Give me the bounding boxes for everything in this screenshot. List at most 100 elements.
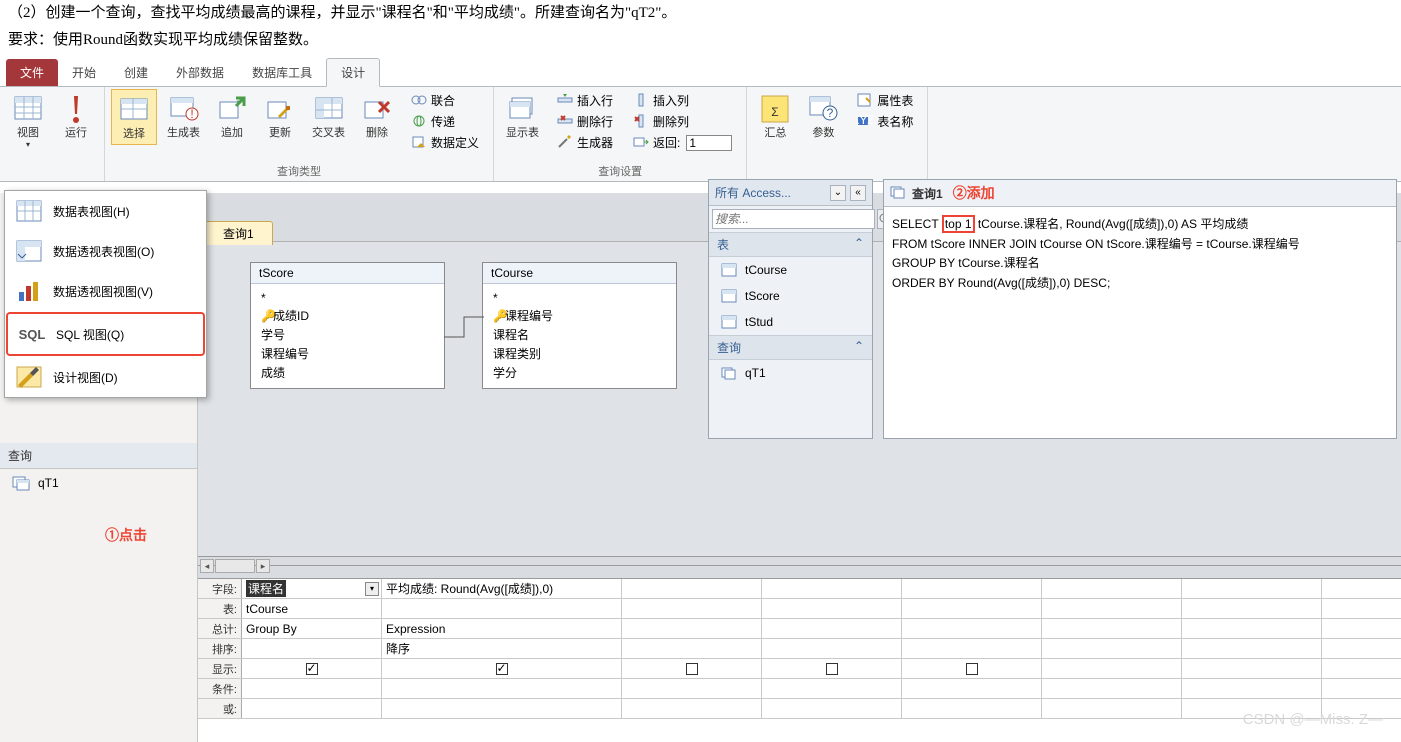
append-button[interactable]: + 追加 [210, 89, 254, 143]
sql-icon: SQL [18, 322, 46, 346]
qbe-field-2[interactable]: 平均成绩: Round(Avg([成绩]),0) [382, 579, 622, 598]
dropdown-icon[interactable]: ⌄ [830, 185, 846, 201]
table-icon [721, 263, 737, 277]
view-sql[interactable]: SQL SQL 视图(Q) [6, 312, 205, 356]
nav-tstud[interactable]: tStud [709, 309, 872, 335]
scroll-controls[interactable]: ◂▸ [200, 559, 270, 573]
datadef-button[interactable]: 数据定义 [407, 133, 483, 152]
table-icon [118, 94, 150, 126]
builder-button[interactable]: 生成器 [553, 133, 617, 152]
crosstab-icon [313, 93, 345, 125]
tab-create[interactable]: 创建 [110, 59, 162, 86]
svg-text:?: ? [827, 106, 834, 120]
select-query-button[interactable]: 选择 [111, 89, 157, 145]
propsheet-button[interactable]: 属性表 [853, 91, 917, 110]
svg-text:Σ: Σ [772, 105, 779, 119]
nav-section-queries[interactable]: 查询 [0, 443, 197, 469]
table-icon [721, 289, 737, 303]
view-pivotchart[interactable]: 数据透视图视图(V) [5, 271, 206, 311]
insertrow-icon [557, 93, 573, 109]
nav-tscore[interactable]: tScore [709, 283, 872, 309]
return-icon [633, 135, 649, 151]
union-button[interactable]: 联合 [407, 91, 483, 110]
qbe-table-1[interactable]: tCourse [242, 599, 382, 618]
insertrow-button[interactable]: 插入行 [553, 91, 617, 110]
key-icon: 🔑 [493, 309, 505, 323]
query-tab[interactable]: 查询1 [204, 221, 273, 245]
tab-file[interactable]: 文件 [6, 59, 58, 86]
annotation-2: ②添加 [953, 183, 995, 203]
sql-text[interactable]: SELECT top 1 tCourse.课程名, Round(Avg([成绩]… [884, 207, 1396, 301]
qbe-field-1[interactable]: 课程名▾ [242, 579, 382, 598]
section-queries[interactable]: 查询⌃ [709, 335, 872, 360]
section-tables[interactable]: 表⌃ [709, 232, 872, 257]
barchart-icon [15, 279, 43, 303]
params-button[interactable]: ? 参数 [801, 89, 845, 143]
instruction-line1: （2）创建一个查询，查找平均成绩最高的课程，并显示"课程名"和"平均成绩"。所建… [0, 0, 1401, 27]
view-design[interactable]: 设计视图(D) [5, 357, 206, 397]
nav-tcourse[interactable]: tCourse [709, 257, 872, 283]
deleterow-button[interactable]: 删除行 [553, 112, 617, 131]
return-input[interactable] [686, 135, 732, 151]
search-input[interactable] [712, 209, 875, 229]
datasheet-icon [15, 199, 43, 223]
nav-qt1[interactable]: qT1 [709, 360, 872, 386]
sql-panel: 查询1 ②添加 SELECT top 1 tCourse.课程名, Round(… [883, 179, 1397, 439]
instruction-line2: 要求：使用Round函数实现平均成绩保留整数。 [0, 27, 1401, 54]
tab-home[interactable]: 开始 [58, 59, 110, 86]
run-button[interactable]: 运行 [54, 89, 98, 143]
sigma-icon: Σ [759, 93, 791, 125]
wand-icon [557, 135, 573, 151]
return-button[interactable]: 返回: [629, 133, 736, 152]
join-line [444, 312, 484, 342]
splitter[interactable] [198, 556, 1401, 566]
ruler-icon [15, 365, 43, 389]
update-icon [264, 93, 296, 125]
datasheet-icon [12, 93, 44, 125]
passthrough-button[interactable]: 传递 [407, 112, 483, 131]
tab-design[interactable]: 设计 [326, 58, 380, 87]
tab-dbtools[interactable]: 数据库工具 [238, 59, 326, 86]
qbe-grid: 字段: 课程名▾ 平均成绩: Round(Avg([成绩]),0) 表: tCo… [198, 578, 1401, 742]
showtable-button[interactable]: 显示表 [500, 89, 545, 143]
query-icon [12, 475, 30, 491]
tablenames-icon: XYZ [857, 114, 873, 130]
crosstab-button[interactable]: 交叉表 [306, 89, 351, 143]
svg-text:+: + [236, 96, 243, 108]
checkbox[interactable] [686, 663, 698, 675]
checkbox[interactable] [966, 663, 978, 675]
query-icon [890, 185, 906, 201]
globe-icon [411, 114, 427, 130]
panel-title[interactable]: 所有 Access... [715, 184, 826, 201]
delete-query-button[interactable]: 删除 [355, 89, 399, 143]
view-datasheet[interactable]: 数据表视图(H) [5, 191, 206, 231]
tab-external[interactable]: 外部数据 [162, 59, 238, 86]
datadef-icon [411, 135, 427, 151]
view-dropdown-menu: 数据表视图(H) 数据透视表视图(O) 数据透视图视图(V) ①点击 SQL S… [4, 190, 207, 398]
checkbox[interactable] [496, 663, 508, 675]
delete-icon [361, 93, 393, 125]
deletecol-button[interactable]: 删除列 [629, 112, 736, 131]
nav-item-qt1[interactable]: qT1 [0, 469, 197, 497]
table-tcourse[interactable]: tCourse * 🔑课程编号 课程名 课程类别 学分 [482, 262, 677, 389]
ribbon-tabs: 文件 开始 创建 外部数据 数据库工具 设计 [0, 59, 1401, 87]
pivottable-icon [15, 239, 43, 263]
params-icon: ? [807, 93, 839, 125]
view-pivottable[interactable]: 数据透视表视图(O) [5, 231, 206, 271]
ribbon: 视图▾ 运行 选择 ! 生成表 + 追加 更新 [0, 87, 1401, 182]
watermark: CSDN @—Miss. Z— [1243, 711, 1383, 728]
tablenames-button[interactable]: XYZ表名称 [853, 112, 917, 131]
checkbox[interactable] [826, 663, 838, 675]
dropdown-icon[interactable]: ▾ [365, 582, 379, 596]
checkbox[interactable] [306, 663, 318, 675]
propsheet-icon [857, 93, 873, 109]
maketable-button[interactable]: ! 生成表 [161, 89, 206, 143]
totals-button[interactable]: Σ 汇总 [753, 89, 797, 143]
collapse-icon[interactable]: « [850, 185, 866, 201]
table-tscore[interactable]: tScore * 🔑成绩ID 学号 课程编号 成绩 [250, 262, 445, 389]
update-button[interactable]: 更新 [258, 89, 302, 143]
deletecol-icon [633, 114, 649, 130]
insertcol-button[interactable]: 插入列 [629, 91, 736, 110]
view-button[interactable]: 视图▾ [6, 89, 50, 154]
annotation-1: ①点击 [105, 525, 147, 545]
